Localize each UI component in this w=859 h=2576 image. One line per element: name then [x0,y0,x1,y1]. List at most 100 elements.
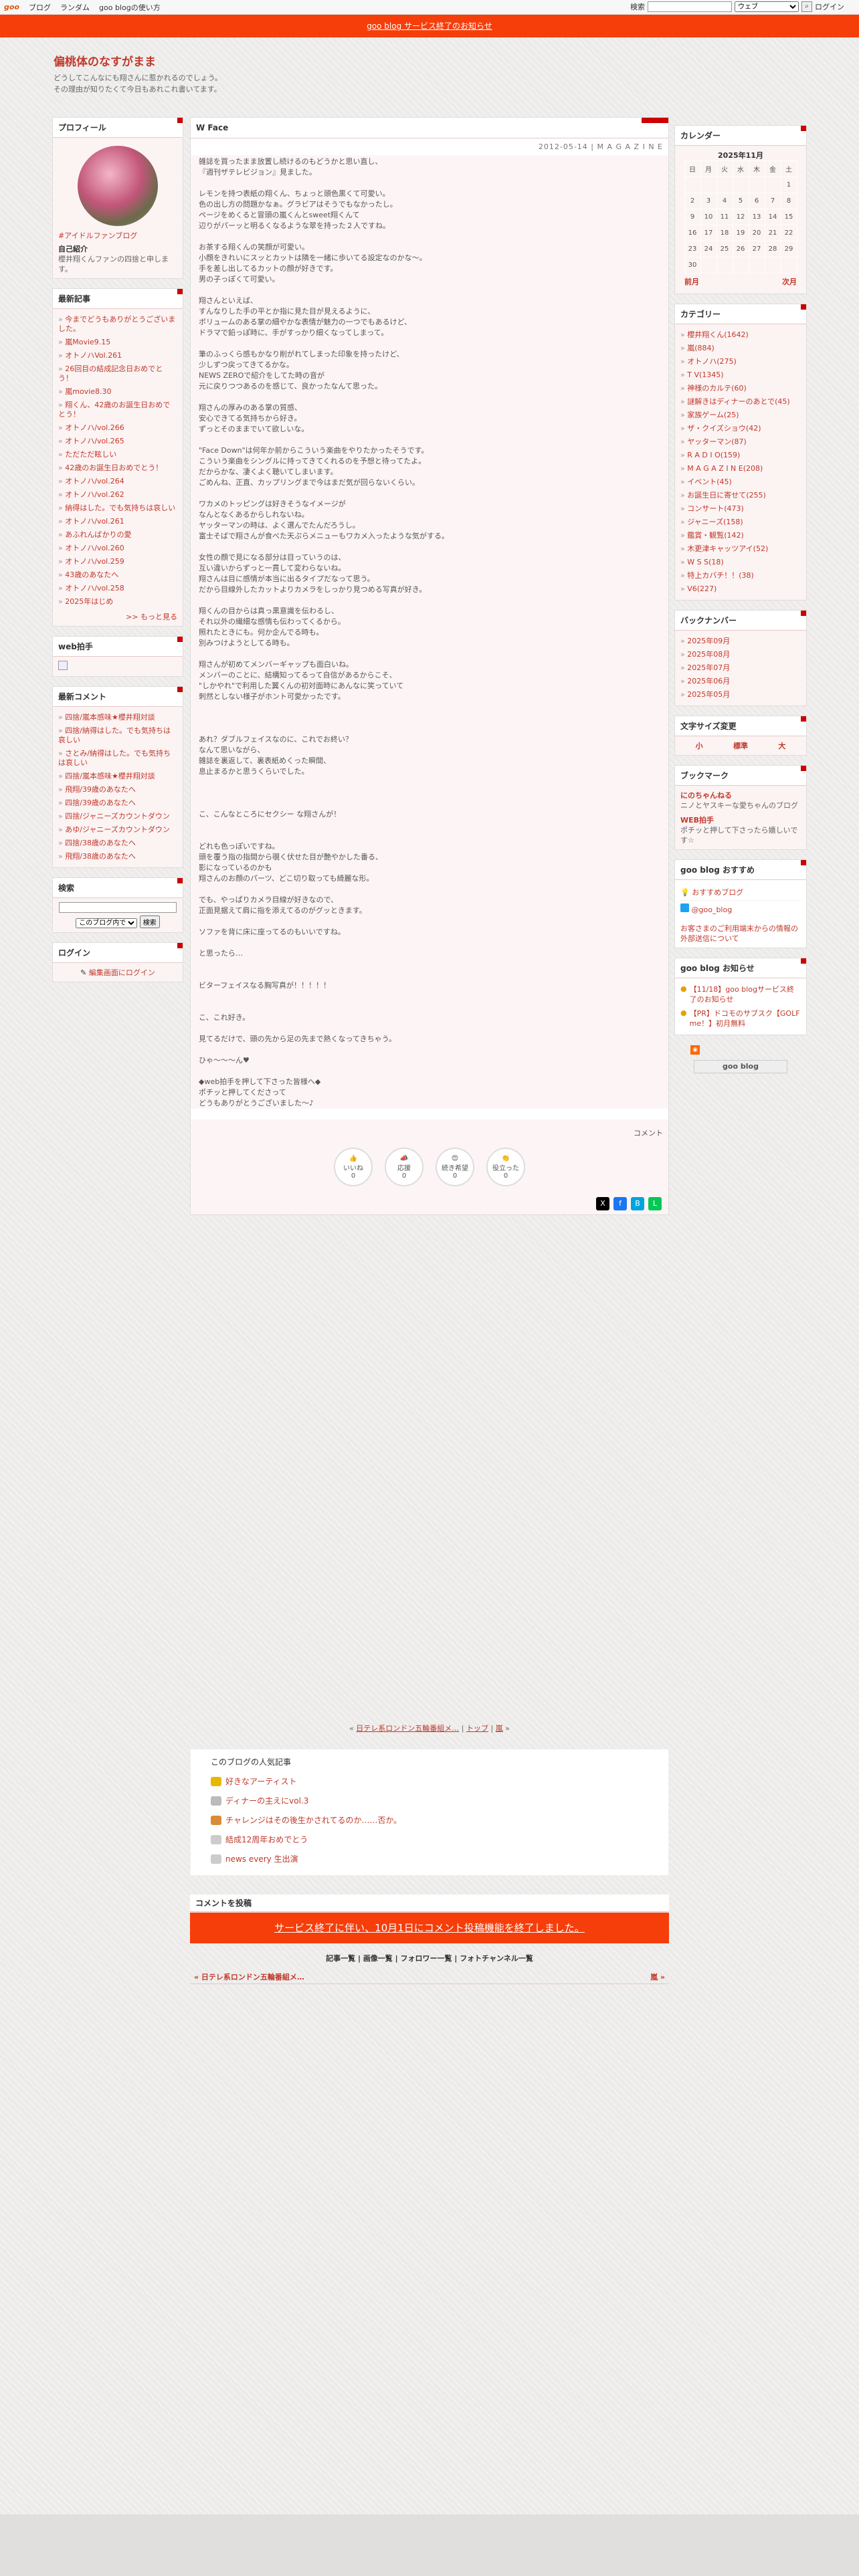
recent-post-item-link[interactable]: あふれんばかりの愛 [65,530,131,539]
category-item[interactable]: M A G A Z I N E(208) [680,462,801,475]
category-item[interactable]: 特上カバチ！！(38) [680,569,801,582]
category-item-link[interactable]: T V(1345) [687,370,723,379]
popular-post-link[interactable]: ディナーの主えにvol.3 [225,1795,308,1806]
next-entry-link[interactable]: 嵐 [496,1724,503,1733]
recent-comment-item[interactable]: 四捨/39歳のあなたへ [58,796,177,810]
category-item[interactable]: 神様のカルテ(60) [680,382,801,395]
recent-post-item[interactable]: 納得はした。でも気持ちは哀しい [58,502,177,515]
recent-comment-item-link[interactable]: 飛翔/38歳のあなたへ [65,852,136,861]
goo-blog-twitter-link[interactable]: @goo_blog [692,905,733,914]
recent-post-item[interactable]: 43歳のあなたへ [58,568,177,582]
recent-post-item[interactable]: ただただ眩しい [58,448,177,461]
category-item[interactable]: 家族ゲーム(25) [680,409,801,422]
recent-comment-item-link[interactable]: 四捨/38歳のあなたへ [65,839,136,847]
nav-howto[interactable]: goo blogの使い方 [99,2,161,13]
recent-comment-item-link[interactable]: 四捨/39歳のあなたへ [65,798,136,807]
popular-post-item[interactable]: 好きなアーティスト [211,1772,648,1791]
recent-post-item[interactable]: あふれんばかりの愛 [58,528,177,542]
goo-logo[interactable]: goo [4,3,19,11]
recent-comment-item-link[interactable]: 四捨/嵐本感味★櫻井翔対談 [65,772,155,780]
backnumber-item-link[interactable]: 2025年05月 [687,690,730,699]
recent-comment-item-link[interactable]: 四捨/嵐本感味★櫻井翔対談 [65,713,155,722]
search-icon[interactable]: ⌕ [801,1,812,12]
category-item[interactable]: ジャニーズ(158) [680,516,801,529]
recent-post-item-link[interactable]: 嵐Movie9.15 [65,338,110,346]
popular-post-link[interactable]: news every 生出演 [225,1853,298,1864]
hatena-share-icon[interactable]: B [631,1197,644,1210]
category-item-link[interactable]: 櫻井翔くん(1642) [687,330,749,339]
category-item[interactable]: イベント(45) [680,475,801,489]
category-item-link[interactable]: ザ・クイズショウ(42) [687,424,761,433]
comment-closed-banner[interactable]: サービス終了に伴い、10月1日にコメント投稿機能を終了しました。 [190,1913,669,1943]
recent-comment-item-link[interactable]: さとみ/納得はした。でも気持ちは哀しい [58,749,171,767]
category-item-link[interactable]: オトノハ(275) [687,357,737,366]
entry-title[interactable]: W Face [191,118,668,138]
category-item[interactable]: 謎解きはディナーのあとで(45) [680,395,801,409]
backnumber-item[interactable]: 2025年06月 [680,675,801,688]
popular-post-item[interactable]: 結成12周年おめでとう [211,1830,648,1849]
prev-month-link[interactable]: 前月 [684,276,699,287]
backnumber-item[interactable]: 2025年05月 [680,688,801,702]
category-item[interactable]: 鑑賞・観覧(142) [680,529,801,542]
category-item[interactable]: V6(227) [680,582,801,596]
category-item[interactable]: 嵐(884) [680,342,801,355]
recent-comment-item[interactable]: 飛翔/39歳のあなたへ [58,783,177,796]
recent-comment-item[interactable]: 四捨/嵐本感味★櫻井翔対談 [58,770,177,783]
recent-post-item-link[interactable]: オトノハ/vol.259 [65,557,124,566]
popular-post-link[interactable]: 結成12周年おめでとう [225,1834,308,1845]
font-large-button[interactable]: 大 [778,740,785,751]
popular-post-item[interactable]: チャレンジはその後生かされてるのか……否か。 [211,1810,648,1830]
recent-post-item[interactable]: オトノハ/vol.262 [58,488,177,502]
reaction-button[interactable]: 😍 続き希望 0 [436,1148,474,1186]
font-normal-button[interactable]: 標準 [733,740,748,751]
recent-comment-item-link[interactable]: 飛翔/39歳のあなたへ [65,785,136,794]
recent-post-item[interactable]: 2025年はじめ [58,595,177,609]
category-item-link[interactable]: コンサート(473) [687,504,744,513]
next-month-link[interactable]: 次月 [782,276,797,287]
category-item-link[interactable]: 木更津キャッツアイ(52) [687,544,768,553]
facebook-share-icon[interactable]: f [613,1197,627,1210]
category-item[interactable]: ザ・クイズショウ(42) [680,422,801,435]
category-item-link[interactable]: 鑑賞・観覧(142) [687,531,744,540]
external-transmission-link[interactable]: お客さまのご利用端末からの情報の外部送信について [680,924,801,944]
category-item-link[interactable]: ジャニーズ(158) [687,518,743,526]
recent-post-item[interactable]: 嵐movie8.30 [58,385,177,399]
category-item-link[interactable]: 嵐(884) [687,344,714,352]
popular-post-link[interactable]: 好きなアーティスト [225,1776,297,1787]
recent-post-item-link[interactable]: 42歳のお誕生日おめでとう！ [65,463,163,472]
backnumber-item-link[interactable]: 2025年09月 [687,637,730,645]
recent-comment-item[interactable]: 四捨/38歳のあなたへ [58,837,177,850]
blog-search-input[interactable] [59,902,177,913]
backnumber-item-link[interactable]: 2025年07月 [687,663,730,672]
search-input[interactable] [648,1,732,12]
recent-post-item[interactable]: 今までどうもありがとうございました。 [58,313,177,336]
recent-post-item-link[interactable]: 今までどうもありがとうございました。 [58,315,175,333]
recent-post-item-link[interactable]: オトノハ/vol.262 [65,490,124,499]
recent-post-item[interactable]: オトノハ/vol.264 [58,475,177,488]
category-item-link[interactable]: V6(227) [687,584,717,593]
nav-random[interactable]: ランダム [60,2,90,13]
bookmark-link[interactable]: WEB拍手 [680,816,714,825]
follower-list-link[interactable]: フォロワー一覧 [401,1954,452,1963]
category-item[interactable]: W S S(18) [680,556,801,569]
recent-post-item-link[interactable]: 嵐movie8.30 [65,387,111,396]
recent-comment-item[interactable]: 飛翔/38歳のあなたへ [58,850,177,863]
edit-login-link[interactable]: 編集画面にログイン [89,968,155,977]
recent-post-item[interactable]: オトノハ/vol.259 [58,555,177,568]
recent-comment-item[interactable]: 四捨/嵐本感味★櫻井翔対談 [58,711,177,724]
recent-comment-item[interactable]: さとみ/納得はした。でも気持ちは哀しい [58,747,177,770]
category-item-link[interactable]: お誕生日に寄せて(255) [687,491,766,500]
recent-post-item-link[interactable]: オトノハ/vol.264 [65,477,124,486]
category-item[interactable]: ヤッターマン(87) [680,435,801,449]
backnumber-item-link[interactable]: 2025年08月 [687,650,730,659]
recent-post-item[interactable]: オトノハ/vol.258 [58,582,177,595]
blog-search-scope[interactable]: このブログ内で [76,918,138,928]
category-item-link[interactable]: 家族ゲーム(25) [687,411,739,419]
recent-post-item[interactable]: オトノハ/vol.260 [58,542,177,555]
recent-post-item[interactable]: 翔くん、42歳のお誕生日おめでとう！ [58,399,177,421]
recent-post-item[interactable]: 42歳のお誕生日おめでとう！ [58,461,177,475]
recent-post-item-link[interactable]: オトノハ/vol.265 [65,437,124,445]
prev-entry-link[interactable]: 日テレ系ロンドン五輪番組メ… [356,1724,459,1733]
top-link[interactable]: トップ [466,1724,488,1733]
line-share-icon[interactable]: L [648,1197,662,1210]
